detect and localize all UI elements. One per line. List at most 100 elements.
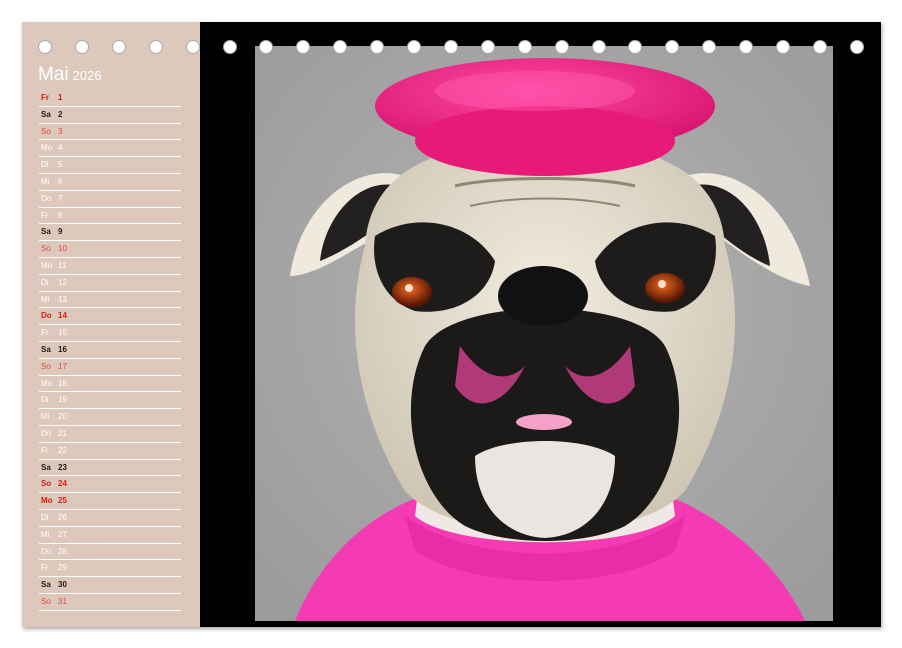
weekday-label: Sa: [41, 462, 51, 472]
weekday-label: Mi: [41, 294, 50, 304]
day-row: Fr 8: [39, 208, 181, 225]
weekday-label: Sa: [41, 227, 51, 237]
day-row: Sa 16: [39, 342, 181, 359]
binding-ring: [665, 40, 680, 54]
bulldog-illustration: [255, 46, 833, 621]
day-number: 21: [58, 428, 67, 438]
binding-ring: [517, 40, 532, 54]
binding-ring: [443, 40, 458, 54]
weekday-label: Mo: [41, 260, 53, 270]
day-number: 8: [58, 210, 63, 220]
weekday-label: Fr: [41, 93, 49, 102]
day-row: Mo 18: [39, 376, 181, 393]
weekday-label: Fr: [41, 210, 49, 220]
day-number: 29: [58, 563, 67, 573]
weekday-label: So: [41, 479, 52, 489]
day-row: Fr 1: [39, 90, 181, 107]
day-row: So 31: [39, 594, 181, 611]
month-year: 2026: [72, 68, 102, 83]
day-number: 16: [58, 344, 67, 354]
day-number: 7: [58, 193, 63, 203]
binding-ring: [370, 40, 385, 54]
day-number: 27: [58, 529, 67, 539]
day-number: 10: [58, 244, 67, 254]
day-row: Do 28: [39, 544, 181, 561]
binding-ring: [739, 40, 754, 54]
day-number: 14: [58, 311, 67, 321]
binding-ring: [480, 40, 495, 54]
calendar-sidebar: Mai 2026 Fr 1 Sa 2 So 3 Mo 4 Di 5 Mi 6 Do 7 Fr 8 Sa 9 So 10 M…: [22, 22, 200, 627]
weekday-label: Di: [41, 512, 49, 522]
binding-ring: [554, 40, 569, 54]
day-number: 4: [58, 143, 63, 153]
day-number: 28: [58, 546, 67, 556]
day-row: Di 12: [39, 275, 181, 292]
binding-ring: [333, 40, 348, 54]
day-row: So 24: [39, 476, 181, 494]
binding-ring: [148, 40, 163, 54]
weekday-label: Di: [41, 277, 49, 287]
day-row: Fr 22: [39, 443, 181, 460]
binding-ring: [185, 40, 200, 54]
day-row: Mi 27: [39, 527, 181, 544]
dog-photo: [255, 46, 833, 621]
weekday-label: Sa: [41, 109, 51, 119]
binding-ring: [702, 40, 717, 54]
day-row: Sa 23: [39, 460, 181, 477]
weekday-label: Sa: [41, 580, 51, 590]
day-number: 22: [58, 445, 67, 455]
weekday-label: Fr: [41, 328, 49, 338]
binding-rings: [22, 40, 881, 60]
weekday-label: Do: [41, 193, 52, 203]
day-row: Mi 13: [39, 292, 181, 309]
day-number: 9: [58, 227, 63, 237]
day-number: 11: [58, 260, 67, 270]
day-number: 25: [58, 496, 67, 506]
day-row: Mi 20: [39, 409, 181, 426]
weekday-label: So: [41, 596, 51, 606]
weekday-label: Fr: [41, 445, 49, 455]
binding-ring: [222, 40, 237, 54]
day-number: 17: [58, 361, 67, 371]
weekday-label: Do: [41, 546, 52, 556]
day-number: 6: [58, 176, 63, 186]
day-row: Mo 11: [39, 258, 181, 275]
day-row: So 10: [39, 241, 181, 258]
day-number: 19: [58, 395, 67, 405]
weekday-label: Mi: [41, 529, 50, 539]
binding-ring: [407, 40, 421, 54]
day-row: Do 14: [39, 308, 181, 326]
day-number: 23: [58, 462, 67, 472]
binding-ring: [628, 40, 643, 54]
photo-frame: [200, 22, 881, 627]
binding-ring: [296, 40, 311, 54]
binding-ring: [812, 40, 827, 54]
binding-ring: [776, 40, 790, 54]
weekday-label: Mi: [41, 412, 50, 422]
day-row: Sa 30: [39, 577, 181, 594]
month-name: Mai: [38, 64, 69, 85]
weekday-label: Mo: [41, 143, 53, 153]
day-number: 15: [58, 328, 67, 338]
day-row: Sa 2: [39, 107, 181, 124]
binding-ring: [38, 40, 52, 54]
day-row: Fr 15: [39, 325, 181, 342]
weekday-label: So: [41, 126, 51, 136]
day-row: Sa 9: [39, 224, 181, 242]
weekday-label: Do: [41, 311, 52, 321]
weekday-label: Di: [41, 395, 49, 405]
binding-ring: [849, 40, 864, 54]
binding-ring: [259, 40, 274, 54]
day-number: 30: [58, 580, 67, 590]
month-title: Mai 2026: [38, 64, 102, 86]
day-number: 12: [58, 277, 67, 287]
weekday-label: Sa: [41, 344, 51, 354]
day-number: 5: [58, 160, 63, 170]
day-row: Di 19: [39, 392, 181, 410]
day-row: So 3: [39, 124, 181, 141]
weekday-label: Mo: [41, 496, 53, 506]
day-row: Mi 6: [39, 174, 181, 191]
day-row: Do 7: [39, 191, 181, 208]
weekday-label: Mo: [41, 378, 53, 388]
day-row: Mo 25: [39, 493, 181, 510]
